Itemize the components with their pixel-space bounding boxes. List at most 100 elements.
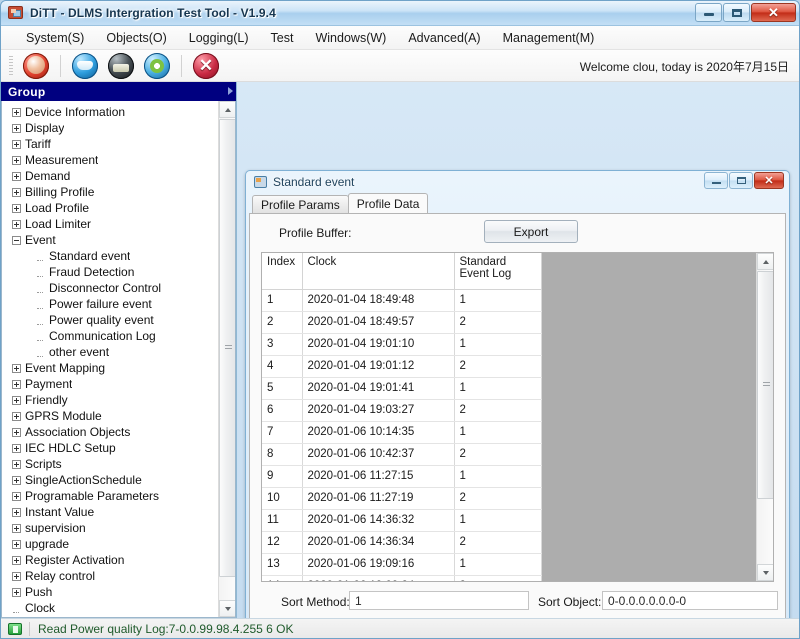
tree-expand-icon[interactable] xyxy=(12,492,21,501)
table-row[interactable]: 142020-01-06 19:09:242 xyxy=(262,575,541,581)
table-cell[interactable]: 8 xyxy=(262,443,302,465)
tree-scroll-thumb[interactable] xyxy=(219,119,236,577)
table-cell[interactable]: 2 xyxy=(454,487,541,509)
table-row[interactable]: 12020-01-04 18:49:481 xyxy=(262,289,541,311)
table-cell[interactable]: 1 xyxy=(454,553,541,575)
table-row[interactable]: 122020-01-06 14:36:342 xyxy=(262,531,541,553)
menu-logging[interactable]: Logging(L) xyxy=(178,28,260,48)
meter-icon[interactable] xyxy=(23,53,49,79)
table-cell[interactable]: 6 xyxy=(262,399,302,421)
table-cell[interactable]: 2 xyxy=(454,531,541,553)
table-cell[interactable]: 2020-01-06 19:09:24 xyxy=(302,575,454,581)
table-cell[interactable]: 7 xyxy=(262,421,302,443)
table-cell[interactable]: 2 xyxy=(454,311,541,333)
table-row[interactable]: 102020-01-06 11:27:192 xyxy=(262,487,541,509)
tree-item-disconnector-control[interactable]: Disconnector Control xyxy=(2,280,218,296)
table-cell[interactable]: 2 xyxy=(454,575,541,581)
tree-expand-icon[interactable] xyxy=(12,204,21,213)
tree-scroll-down-icon[interactable] xyxy=(219,600,236,617)
table-row[interactable]: 32020-01-04 19:01:101 xyxy=(262,333,541,355)
table-cell[interactable]: 2020-01-06 11:27:19 xyxy=(302,487,454,509)
tree-item-scripts[interactable]: Scripts xyxy=(2,456,218,472)
table-cell[interactable]: 2 xyxy=(454,355,541,377)
table-row[interactable]: 72020-01-06 10:14:351 xyxy=(262,421,541,443)
tree-item-instant-value[interactable]: Instant Value xyxy=(2,504,218,520)
tree-item-power-failure-event[interactable]: Power failure event xyxy=(2,296,218,312)
tree-item-friendly[interactable]: Friendly xyxy=(2,392,218,408)
table-row[interactable]: 62020-01-04 19:03:272 xyxy=(262,399,541,421)
table-cell[interactable]: 11 xyxy=(262,509,302,531)
tree-item-register-activation[interactable]: Register Activation xyxy=(2,552,218,568)
table-cell[interactable]: 14 xyxy=(262,575,302,581)
tree-item-iec-hdlc-setup[interactable]: IEC HDLC Setup xyxy=(2,440,218,456)
grid-vertical-scrollbar[interactable] xyxy=(756,253,773,581)
toolbar-grip[interactable] xyxy=(9,56,13,76)
table-cell[interactable]: 2020-01-06 19:09:16 xyxy=(302,553,454,575)
tree-expand-icon[interactable] xyxy=(12,476,21,485)
table-cell[interactable]: 1 xyxy=(454,377,541,399)
tree-item-load-limiter[interactable]: Load Limiter xyxy=(2,216,218,232)
tree-item-event-mapping[interactable]: Event Mapping xyxy=(2,360,218,376)
tree-expand-icon[interactable] xyxy=(12,172,21,181)
table-row[interactable]: 52020-01-04 19:01:411 xyxy=(262,377,541,399)
tree-item-communication-log[interactable]: Communication Log xyxy=(2,328,218,344)
tree-expand-icon[interactable] xyxy=(12,540,21,549)
table-cell[interactable]: 13 xyxy=(262,553,302,575)
tree-expand-icon[interactable] xyxy=(12,140,21,149)
table-cell[interactable]: 1 xyxy=(262,289,302,311)
table-cell[interactable]: 2020-01-06 14:36:32 xyxy=(302,509,454,531)
table-cell[interactable]: 2020-01-06 11:27:15 xyxy=(302,465,454,487)
tree-expand-icon[interactable] xyxy=(12,572,21,581)
tree-expand-icon[interactable] xyxy=(12,460,21,469)
table-cell[interactable]: 1 xyxy=(454,421,541,443)
tree-expand-icon[interactable] xyxy=(12,124,21,133)
download-icon[interactable] xyxy=(72,53,98,79)
child-minimize-button[interactable] xyxy=(704,172,728,189)
tree-vertical-scrollbar[interactable] xyxy=(218,101,235,617)
table-cell[interactable]: 2020-01-06 10:14:35 xyxy=(302,421,454,443)
column-header-clock[interactable]: Clock xyxy=(302,253,454,289)
table-row[interactable]: 112020-01-06 14:36:321 xyxy=(262,509,541,531)
tree-item-display[interactable]: Display xyxy=(2,120,218,136)
tree-expand-icon[interactable] xyxy=(12,508,21,517)
tree-expand-icon[interactable] xyxy=(12,396,21,405)
table-row[interactable]: 42020-01-04 19:01:122 xyxy=(262,355,541,377)
table-cell[interactable]: 2020-01-06 10:42:37 xyxy=(302,443,454,465)
sort-method-input[interactable] xyxy=(349,591,529,610)
tree-expand-icon[interactable] xyxy=(12,108,21,117)
grid-scroll-thumb[interactable] xyxy=(757,271,774,499)
tree-item-gprs-module[interactable]: GPRS Module xyxy=(2,408,218,424)
child-maximize-button[interactable] xyxy=(729,172,753,189)
tab-profile-data[interactable]: Profile Data xyxy=(348,193,429,213)
table-cell[interactable]: 2020-01-04 19:01:41 xyxy=(302,377,454,399)
tree-item-singleactionschedule[interactable]: SingleActionSchedule xyxy=(2,472,218,488)
tree-item-other-event[interactable]: other event xyxy=(2,344,218,360)
table-cell[interactable]: 2 xyxy=(454,443,541,465)
table-row[interactable]: 132020-01-06 19:09:161 xyxy=(262,553,541,575)
table-cell[interactable]: 4 xyxy=(262,355,302,377)
minimize-button[interactable] xyxy=(695,3,722,22)
tree-item-load-profile[interactable]: Load Profile xyxy=(2,200,218,216)
table-cell[interactable]: 1 xyxy=(454,465,541,487)
table-cell[interactable]: 2 xyxy=(454,399,541,421)
tree-expand-icon[interactable] xyxy=(12,428,21,437)
tree-item-push[interactable]: Push xyxy=(2,584,218,600)
tree-item-event[interactable]: Event xyxy=(2,232,218,248)
grid-scroll-down-icon[interactable] xyxy=(757,564,774,581)
sort-object-input[interactable] xyxy=(602,591,778,610)
device-icon[interactable] xyxy=(108,53,134,79)
tree-item-billing-profile[interactable]: Billing Profile xyxy=(2,184,218,200)
tree-item-relay-control[interactable]: Relay control xyxy=(2,568,218,584)
table-cell[interactable]: 2020-01-06 14:36:34 xyxy=(302,531,454,553)
table-row[interactable]: 82020-01-06 10:42:372 xyxy=(262,443,541,465)
table-cell[interactable]: 12 xyxy=(262,531,302,553)
table-cell[interactable]: 10 xyxy=(262,487,302,509)
column-header-standard-event-log[interactable]: Standard Event Log xyxy=(454,253,541,289)
tree-item-device-information[interactable]: Device Information xyxy=(2,104,218,120)
table-cell[interactable]: 1 xyxy=(454,509,541,531)
tree-item-supervision[interactable]: supervision xyxy=(2,520,218,536)
tree-expand-icon[interactable] xyxy=(12,588,21,597)
tree-item-measurement[interactable]: Measurement xyxy=(2,152,218,168)
tree-expand-icon[interactable] xyxy=(12,188,21,197)
disconnect-icon[interactable]: ✕ xyxy=(193,53,219,79)
